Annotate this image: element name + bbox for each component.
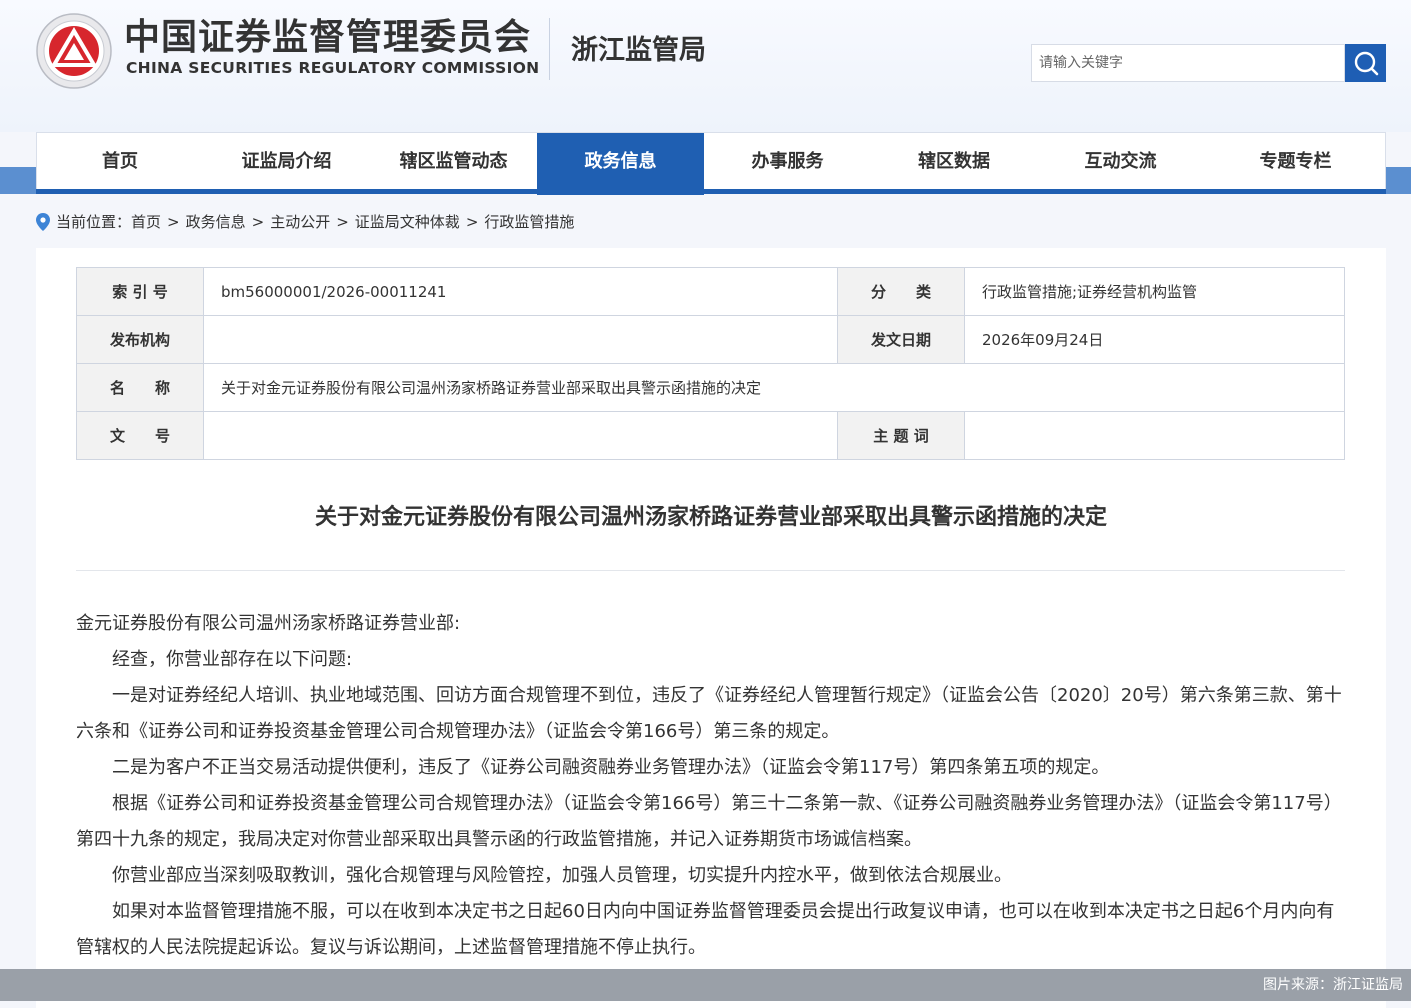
index-number-label: 索 引 号 bbox=[76, 267, 204, 316]
document-paragraph: 二是为客户不正当交易活动提供便利，违反了《证券公司融资融券业务管理办法》（证监会… bbox=[112, 757, 1110, 778]
document-paragraph: 经查，你营业部存在以下问题: bbox=[112, 649, 353, 670]
breadcrumb-separator: > bbox=[336, 213, 349, 231]
nav-item-home[interactable]: 首页 bbox=[37, 133, 203, 190]
nav-item-regional-data[interactable]: 辖区数据 bbox=[871, 133, 1037, 190]
breadcrumb-admin-measures[interactable]: 行政监管措施 bbox=[484, 209, 574, 235]
site-title-cn: 中国证券监督管理委员会 bbox=[124, 17, 532, 58]
breadcrumb: 当前位置： 首页 > 政务信息 > 主动公开 > 证监局文种体裁 > 行政监管措… bbox=[36, 209, 574, 235]
breadcrumb-document-types[interactable]: 证监局文种体裁 bbox=[355, 209, 460, 235]
site-title-en: CHINA SECURITIES REGULATORY COMMISSION bbox=[126, 59, 540, 77]
image-source-note: 图片来源：浙江证监局 bbox=[1263, 977, 1403, 993]
document-body: 金元证券股份有限公司温州汤家桥路证券营业部: 经查，你营业部存在以下问题: 一是… bbox=[76, 606, 1345, 966]
breadcrumb-separator: > bbox=[167, 213, 180, 231]
main-nav: 首页 证监局介绍 辖区监管动态 政务信息 办事服务 辖区数据 互动交流 专题专栏 bbox=[36, 132, 1387, 195]
site-header: 中国证券监督管理委员会 CHINA SECURITIES REGULATORY … bbox=[0, 0, 1411, 132]
breadcrumb-public-disclosure[interactable]: 主动公开 bbox=[270, 209, 330, 235]
nav-item-services[interactable]: 办事服务 bbox=[704, 133, 871, 190]
location-pin-icon bbox=[36, 213, 50, 231]
document-paragraph: 如果对本监督管理措施不服，可以在收到本决定书之日起60日内向中国证券监督管理委员… bbox=[76, 901, 1335, 958]
nav-item-bureau-intro[interactable]: 证监局介绍 bbox=[203, 133, 370, 190]
search-button[interactable] bbox=[1345, 44, 1386, 82]
keywords-label: 主 题 词 bbox=[837, 411, 965, 460]
content-card: 索 引 号 bm56000001/2026-00011241 分 类 行政监管措… bbox=[36, 248, 1386, 1008]
name-value: 关于对金元证券股份有限公司温州汤家桥路证券营业部采取出具警示函措施的决定 bbox=[203, 363, 1345, 412]
breadcrumb-home[interactable]: 首页 bbox=[131, 209, 161, 235]
title-divider bbox=[76, 570, 1345, 571]
document-paragraph: 根据《证券公司和证券投资基金管理公司合规管理办法》（证监会令第166号）第三十二… bbox=[76, 793, 1342, 850]
nav-underline bbox=[36, 189, 1386, 194]
document-salutation: 金元证券股份有限公司温州汤家桥路证券营业部: bbox=[76, 613, 461, 634]
nav-item-regional-news[interactable]: 辖区监管动态 bbox=[370, 133, 537, 190]
document-paragraph: 一是对证券经纪人培训、执业地域范围、回访方面合规管理不到位，违反了《证券经纪人管… bbox=[76, 685, 1342, 742]
search-icon bbox=[1354, 51, 1378, 76]
issuer-value bbox=[203, 315, 838, 364]
table-row: 文 号 主 题 词 bbox=[76, 411, 1345, 460]
nav-item-interaction[interactable]: 互动交流 bbox=[1037, 133, 1204, 190]
table-row: 名 称 关于对金元证券股份有限公司温州汤家桥路证券营业部采取出具警示函措施的决定 bbox=[76, 363, 1345, 412]
document-title: 关于对金元证券股份有限公司温州汤家桥路证券营业部采取出具警示函措施的决定 bbox=[314, 505, 1107, 530]
nav-item-government-info[interactable]: 政务信息 bbox=[537, 133, 704, 195]
index-number-value: bm56000001/2026-00011241 bbox=[203, 267, 838, 316]
table-row: 索 引 号 bm56000001/2026-00011241 分 类 行政监管措… bbox=[76, 267, 1345, 316]
name-label: 名 称 bbox=[76, 363, 204, 412]
bureau-name: 浙江监管局 bbox=[571, 35, 706, 66]
issue-date-value: 2026年09月24日 bbox=[964, 315, 1345, 364]
header-divider bbox=[549, 18, 550, 80]
breadcrumb-separator: > bbox=[465, 213, 479, 231]
keywords-value bbox=[964, 411, 1345, 460]
category-value: 行政监管措施;证券经营机构监管 bbox=[964, 267, 1345, 316]
search-input[interactable] bbox=[1032, 45, 1329, 81]
document-number-label: 文 号 bbox=[76, 411, 204, 460]
category-label: 分 类 bbox=[837, 267, 965, 316]
breadcrumb-prefix: 当前位置： bbox=[56, 213, 132, 231]
csrc-logo-icon[interactable] bbox=[36, 13, 112, 89]
breadcrumb-government-info[interactable]: 政务信息 bbox=[186, 209, 246, 235]
table-row: 发布机构 发文日期 2026年09月24日 bbox=[76, 315, 1345, 364]
breadcrumb-separator: > bbox=[251, 213, 265, 231]
image-source-bar: 图片来源：浙江证监局 bbox=[0, 969, 1411, 1001]
search-box bbox=[1031, 44, 1345, 82]
document-paragraph: 你营业部应当深刻吸取教训，强化合规管理与风险管控，加强人员管理，切实提升内控水平… bbox=[112, 865, 1012, 886]
issuer-label: 发布机构 bbox=[76, 315, 204, 364]
document-number-value bbox=[203, 411, 838, 460]
issue-date-label: 发文日期 bbox=[837, 315, 965, 364]
document-metadata-table: 索 引 号 bm56000001/2026-00011241 分 类 行政监管措… bbox=[76, 267, 1345, 460]
nav-item-special-topics[interactable]: 专题专栏 bbox=[1204, 133, 1387, 190]
